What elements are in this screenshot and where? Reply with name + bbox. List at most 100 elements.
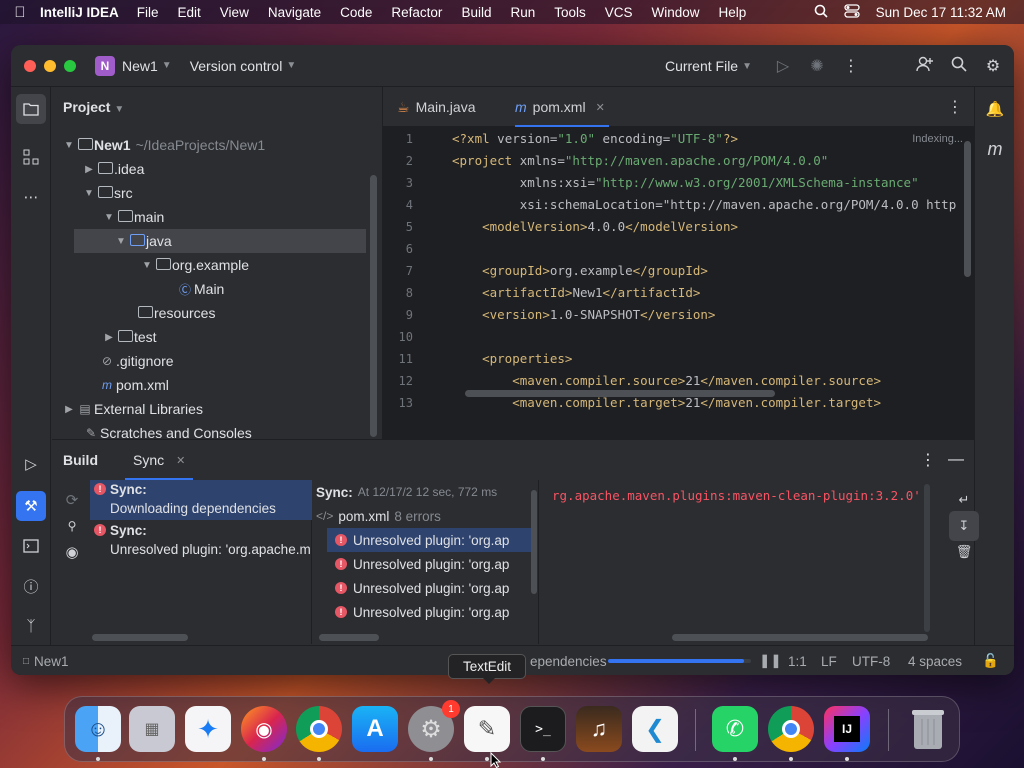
code-line[interactable]: xsi:schemaLocation="http://maven.apache.… [452, 194, 957, 216]
tree-item-gitignore[interactable]: ⊘ .gitignore [98, 349, 174, 373]
problems-tool-icon[interactable]: ⓘ [16, 571, 46, 601]
code-line[interactable]: <project xmlns="http://maven.apache.org/… [452, 150, 828, 172]
textedit-icon[interactable]: ✎ [464, 706, 510, 752]
intellij-idea-icon[interactable]: IJ [824, 706, 870, 752]
control-center-icon[interactable] [844, 3, 860, 21]
code-area[interactable]: Indexing... 1 2 3 4 5 6 7 8 9 10 11 12 13 <?xml vers… [383, 127, 975, 439]
menu-view[interactable]: View [220, 5, 249, 20]
sync-tree-header[interactable]: Sync: At 12/17/2 12 sec, 772 ms [316, 480, 497, 504]
code-line[interactable]: <groupId>org.example</groupId> [452, 260, 708, 282]
maven-tool-icon[interactable]: m [980, 134, 1010, 164]
chrome-app-icon[interactable] [768, 706, 814, 752]
status-line-separator[interactable]: LF [821, 646, 837, 675]
code-line[interactable]: <artifactId>New1</artifactId> [452, 282, 700, 304]
trash-icon[interactable] [905, 706, 951, 752]
vcs-widget[interactable]: Version control ▼ [190, 58, 297, 74]
status-indent[interactable]: 4 spaces [908, 646, 962, 675]
sync-console[interactable]: rg.apache.maven.plugins:maven-clean-plug… [540, 480, 936, 644]
minimize-panel-icon[interactable]: — [948, 440, 964, 480]
minimize-window-button[interactable] [44, 59, 56, 72]
project-panel-header[interactable]: Project ▼ [63, 99, 124, 115]
more-actions-icon[interactable]: ⋮ [834, 56, 868, 76]
sync-error-row[interactable]: ! Unresolved plugin: 'org.ap [327, 528, 535, 552]
project-switcher[interactable]: New1 ▼ [122, 58, 172, 74]
console-vscrollbar[interactable] [924, 484, 930, 632]
tree-item-main-class[interactable]: Ⓒ Main [176, 277, 224, 301]
firefox-icon[interactable]: ◉ [241, 706, 287, 752]
safari-icon[interactable]: ✦ [185, 706, 231, 752]
garageband-icon[interactable]: ♫ [576, 706, 622, 752]
settings-gear-icon[interactable]: ⚙ [976, 56, 1010, 76]
code-line[interactable]: <version>1.0-SNAPSHOT</version> [452, 304, 715, 326]
search-everywhere-icon[interactable] [942, 56, 976, 77]
tab-sync[interactable]: Sync ✕ [124, 440, 194, 480]
clear-all-icon[interactable]: 🗑 [949, 537, 979, 567]
menu-code[interactable]: Code [340, 5, 372, 20]
tree-item-pom[interactable]: m pom.xml [98, 373, 169, 397]
sync-item-downloading[interactable]: ! Sync: Downloading dependencies [90, 480, 312, 520]
notifications-bell-icon[interactable]: 🔔 [980, 94, 1010, 124]
tree-item-src[interactable]: ▼ src [82, 181, 133, 205]
menu-app-name[interactable]: IntelliJ IDEA [40, 5, 119, 20]
tree-item-org-example[interactable]: ▼ org.example [140, 253, 249, 277]
tree-item-main[interactable]: ▼ main [102, 205, 164, 229]
sync-error-row[interactable]: ! Unresolved plugin: 'org.ap [335, 552, 509, 576]
menubar-clock[interactable]: Sun Dec 17 11:32 AM [876, 5, 1006, 20]
menu-vcs[interactable]: VCS [605, 5, 633, 20]
menu-refactor[interactable]: Refactor [391, 5, 442, 20]
menu-file[interactable]: File [137, 5, 159, 20]
code-line[interactable]: <modelVersion>4.0.0</modelVersion> [452, 216, 738, 238]
tree-item-project-root[interactable]: ▼ New1 ~/IdeaProjects/New1 [62, 133, 265, 157]
tree-item-external-libraries[interactable]: ▶ ▤ External Libraries [62, 397, 203, 421]
status-project-breadcrumb[interactable]: □ New1 [23, 646, 69, 675]
run-icon[interactable]: ▷ [766, 56, 800, 76]
tab-main-java[interactable]: ☕ Main.java [397, 87, 475, 127]
tree-item-resources[interactable]: resources [136, 301, 215, 325]
structure-tool-icon[interactable] [16, 142, 46, 172]
code-line[interactable]: <?xml version="1.0" encoding="UTF-8"?> [452, 128, 738, 150]
sync-tree-scrollbar[interactable] [319, 634, 379, 641]
console-scrollbar[interactable] [672, 634, 928, 641]
menu-navigate[interactable]: Navigate [268, 5, 321, 20]
eye-icon[interactable]: ◉ [57, 537, 87, 567]
menu-tools[interactable]: Tools [554, 5, 586, 20]
editor-vertical-scrollbar[interactable] [964, 141, 971, 277]
close-tab-icon[interactable]: ✕ [596, 101, 605, 114]
tab-pom-xml[interactable]: m pom.xml ✕ [515, 87, 609, 127]
menu-edit[interactable]: Edit [178, 5, 201, 20]
editor-more-icon[interactable]: ⋮ [947, 87, 963, 127]
terminal-tool-icon[interactable] [16, 531, 46, 561]
terminal-icon[interactable]: >_ [520, 706, 566, 752]
menu-window[interactable]: Window [652, 5, 700, 20]
sync-tree-file[interactable]: </> pom.xml 8 errors [316, 504, 441, 528]
code-line[interactable]: <properties> [452, 348, 572, 370]
launchpad-icon[interactable]: ▦ [129, 706, 175, 752]
app-store-icon[interactable]: A [352, 706, 398, 752]
lock-icon[interactable]: 🔓 [982, 646, 999, 675]
system-settings-icon[interactable]: ⚙ 1 [408, 700, 460, 752]
whatsapp-icon[interactable]: ✆ [712, 706, 758, 752]
sync-list-scrollbar[interactable] [92, 634, 188, 641]
spotlight-search-icon[interactable] [814, 4, 828, 21]
run-config-selector[interactable]: Current File ▼ [665, 58, 752, 74]
sync-error-row[interactable]: ! Unresolved plugin: 'org.ap [335, 600, 509, 624]
sync-error-row[interactable]: ! Unresolved plugin: 'org.ap [335, 576, 509, 600]
zoom-window-button[interactable] [64, 59, 76, 72]
more-tools-icon[interactable]: ⋯ [16, 182, 46, 212]
pause-icon[interactable]: ❚❚ [759, 646, 782, 675]
status-encoding[interactable]: UTF-8 [852, 646, 890, 675]
sync-item-unresolved[interactable]: ! Sync: Unresolved plugin: 'org.apache.m [90, 521, 312, 561]
apple-icon[interactable]:  [0, 4, 40, 21]
tree-item-java[interactable]: ▼ java [74, 229, 366, 253]
project-tool-icon[interactable] [16, 94, 46, 124]
project-scrollbar[interactable] [370, 175, 377, 437]
code-line[interactable]: <maven.compiler.source>21</maven.compile… [452, 370, 881, 392]
services-tool-icon[interactable]: ▷ [16, 449, 46, 479]
build-tool-icon[interactable]: ⚒ [16, 491, 46, 521]
menu-run[interactable]: Run [510, 5, 535, 20]
menu-help[interactable]: Help [719, 5, 747, 20]
chrome-icon[interactable] [296, 706, 342, 752]
status-position[interactable]: 1:1 [788, 646, 807, 675]
finder-icon[interactable]: ☺ [75, 706, 121, 752]
project-badge[interactable]: N [95, 55, 115, 76]
